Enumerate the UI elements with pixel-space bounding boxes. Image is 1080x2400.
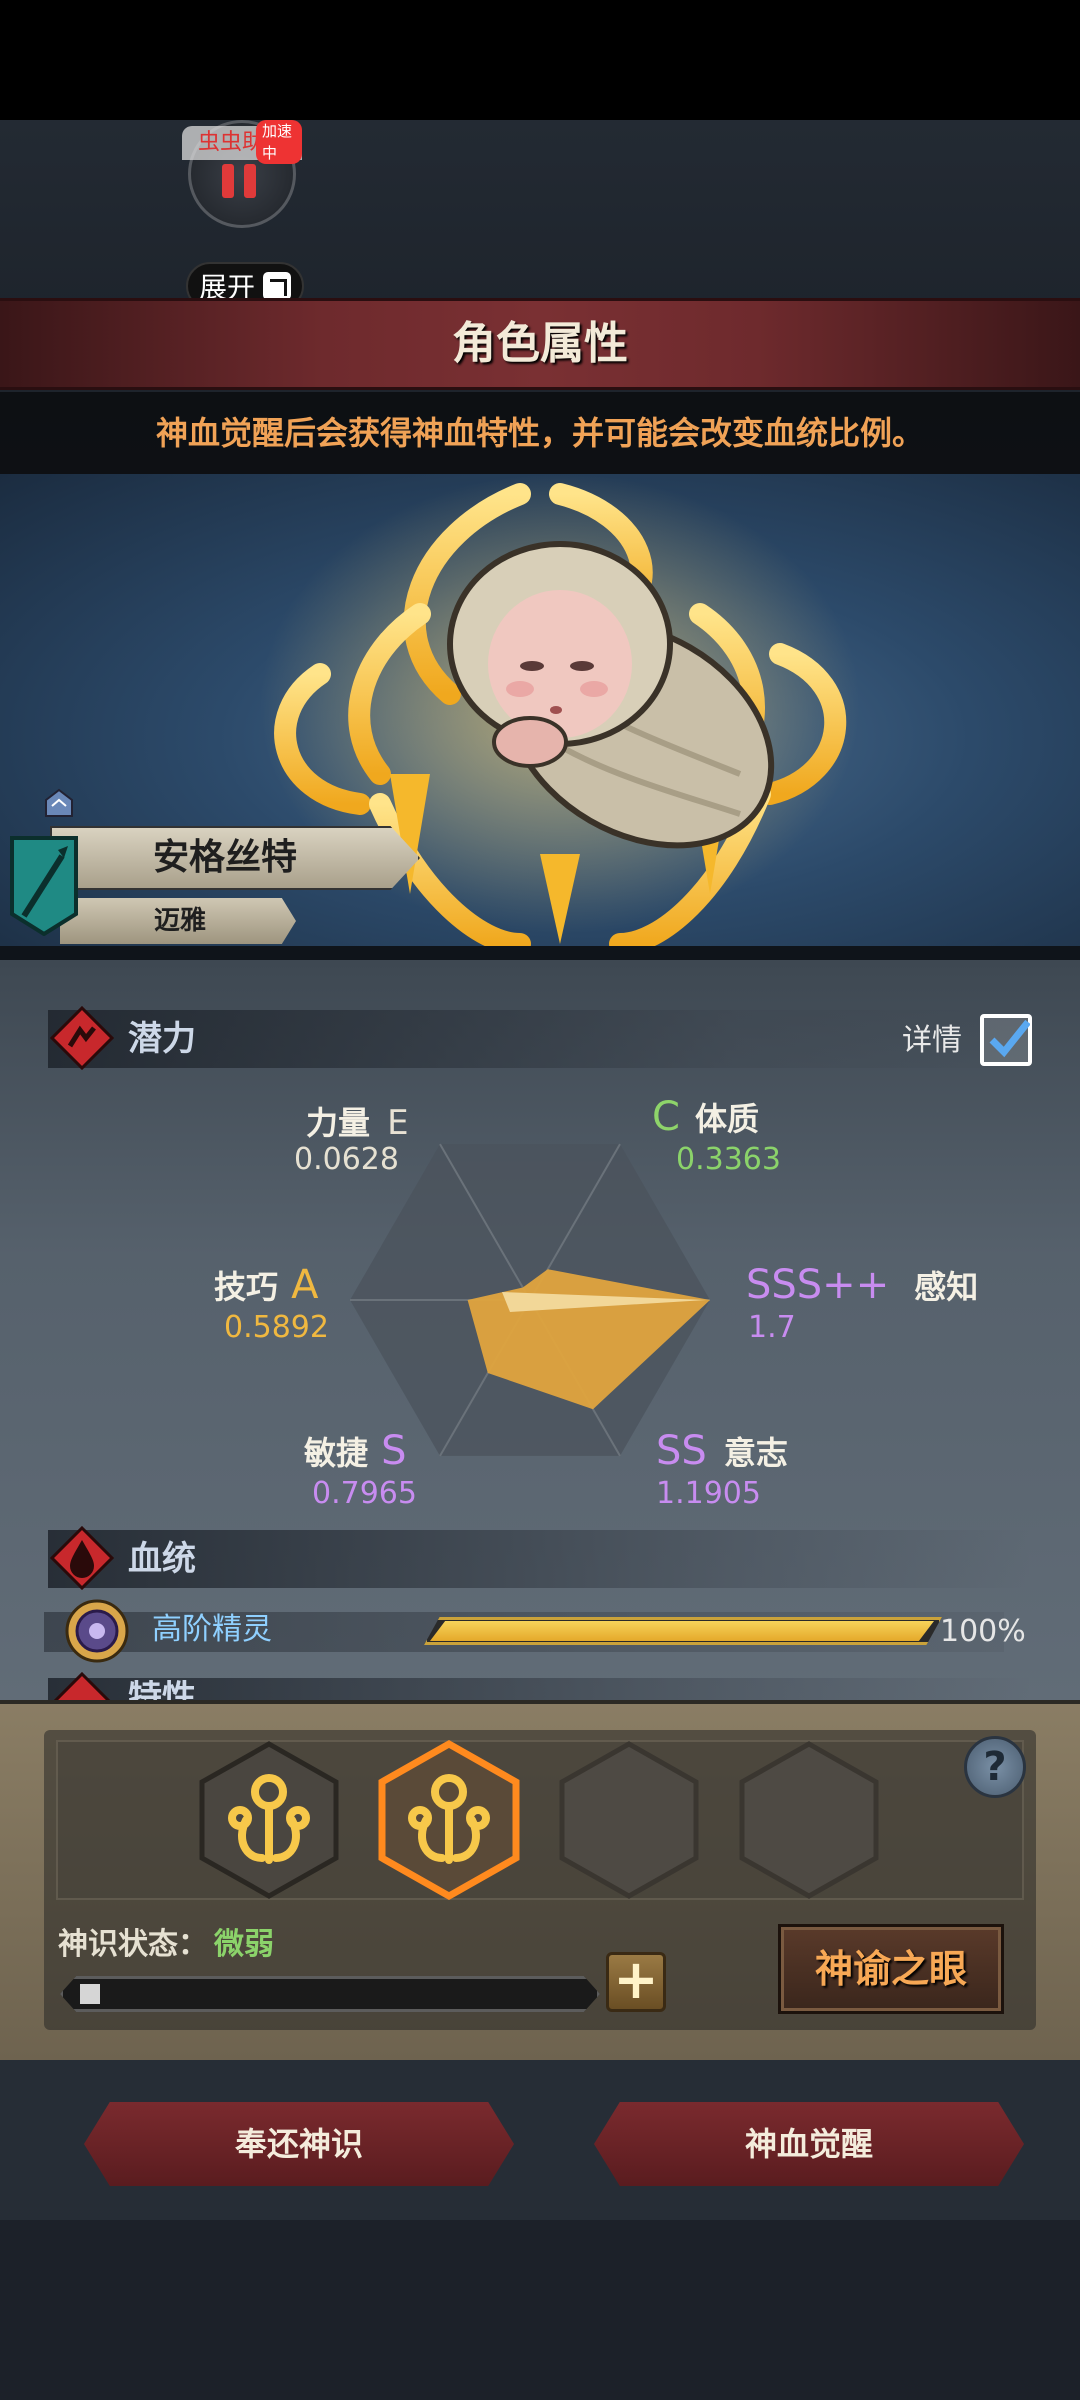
bloodline-bar-fill [430, 1621, 934, 1641]
stat-agility-name: 敏捷 [304, 1434, 369, 1472]
divine-slot-1[interactable] [196, 1740, 342, 1900]
bloodline-name: 高阶精灵 [152, 1612, 272, 1647]
stat-agility: 敏捷 S [304, 1428, 444, 1474]
expand-icon [263, 272, 291, 300]
bloodline-title: 血统 [128, 1539, 196, 1579]
stat-strength-name: 力量 [306, 1104, 371, 1142]
divine-rune-icon [199, 1741, 339, 1899]
help-icon[interactable]: ? [964, 1736, 1026, 1798]
blood-drop-icon [49, 1525, 115, 1591]
traits-icon [50, 1672, 114, 1700]
add-awareness-button[interactable]: + [606, 1952, 666, 2012]
stat-constitution: C 体质 [652, 1094, 832, 1140]
awareness-progress-track [60, 1976, 600, 2012]
stat-skill-value: 0.5892 [224, 1310, 329, 1345]
traits-title: 特性 [128, 1680, 196, 1700]
divine-slot-2-selected[interactable] [376, 1739, 522, 1901]
divine-awaken-label[interactable]: 神血觉醒 [594, 2102, 1024, 2186]
pause-icon [222, 164, 256, 198]
awareness-progress-fill [80, 1984, 100, 2004]
stat-skill: 技巧 A [214, 1262, 344, 1308]
stat-strength-value: 0.0628 [294, 1142, 399, 1177]
awareness-label: 神识状态： [58, 1927, 208, 1962]
stat-agility-grade: S [381, 1428, 407, 1474]
stat-will-name: 意志 [723, 1434, 788, 1472]
class-flag-icon [10, 836, 78, 937]
page-subtitle: 神血觉醒后会获得神血特性，并可能会改变血统比例。 [155, 414, 924, 452]
stat-will-grade: SS [656, 1428, 707, 1474]
stat-constitution-name: 体质 [695, 1100, 760, 1138]
helper-badge: 加速中 [256, 120, 302, 164]
floating-helper-button[interactable]: 虫虫助手 加速中 [182, 120, 302, 238]
divine-slot-3-empty[interactable] [556, 1740, 702, 1900]
rank-icon [44, 788, 74, 818]
hero-race: 迈雅 [153, 906, 206, 936]
bloodline-percent: 100% [940, 1614, 1026, 1649]
stat-will-value: 1.1905 [656, 1476, 761, 1511]
stat-perception-name: 感知 [914, 1268, 979, 1306]
stat-strength-grade: E [387, 1103, 409, 1143]
stat-skill-name: 技巧 [214, 1268, 279, 1306]
potential-icon [49, 1005, 115, 1071]
stat-perception: SSS++ 感知 [746, 1262, 1006, 1308]
stat-constitution-value: 0.3363 [676, 1142, 781, 1177]
stat-constitution-grade: C [652, 1094, 680, 1140]
stat-perception-grade: SSS++ [746, 1262, 890, 1308]
stat-agility-value: 0.7965 [312, 1476, 417, 1511]
scene-divider [0, 946, 1080, 960]
stat-skill-grade: A [291, 1262, 319, 1308]
divine-rune-icon [378, 1739, 520, 1901]
divine-slot-4-empty[interactable] [736, 1740, 882, 1900]
high-elf-emblem-icon [64, 1598, 130, 1664]
status-bar-area [0, 0, 1080, 120]
oracle-eye-label[interactable]: 神谕之眼 [778, 1924, 1004, 2014]
bottom-spacer [0, 2220, 1080, 2400]
stat-strength: 力量 E [306, 1098, 436, 1144]
awareness-state: 微弱 [214, 1927, 274, 1962]
stat-perception-value: 1.7 [748, 1310, 796, 1345]
potential-title: 潜力 [128, 1019, 196, 1059]
return-awareness-label[interactable]: 奉还神识 [84, 2102, 514, 2186]
checkmark-icon [989, 1019, 1030, 1058]
stat-will: SS 意志 [656, 1428, 856, 1474]
detail-checkbox[interactable] [980, 1014, 1032, 1066]
hero-name: 安格丝特 [152, 837, 297, 878]
detail-label: 详情 [902, 1023, 962, 1058]
page-title: 角色属性 [452, 318, 628, 369]
